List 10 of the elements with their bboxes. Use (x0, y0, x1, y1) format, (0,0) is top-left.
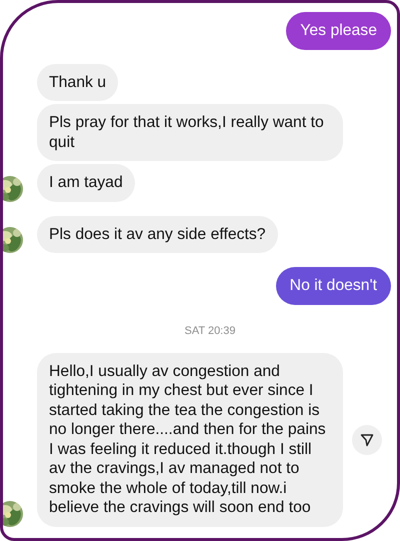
send-icon (360, 432, 374, 446)
sent-message: No it doesn't (276, 267, 391, 304)
received-message: Pls pray for that it works,I really want to quit (37, 104, 343, 161)
received-message: Pls does it av any side effects? (37, 216, 278, 253)
received-message: I am tayad (37, 164, 135, 202)
timestamp: SAT 20:39 (184, 324, 236, 336)
received-message: Thank u (37, 64, 118, 101)
sent-message: Yes please (286, 12, 391, 50)
received-message: Hello,I usually av congestion and tightening in my chest but ever since I started taking the tea the congestion is no longer there....and then for the pains I was feeling it reduced it.though I still av the cravings,I av managed not to smoke the whole of today,till now.i believe the cravings will soon end too (37, 352, 343, 526)
share-button[interactable] (352, 424, 382, 454)
